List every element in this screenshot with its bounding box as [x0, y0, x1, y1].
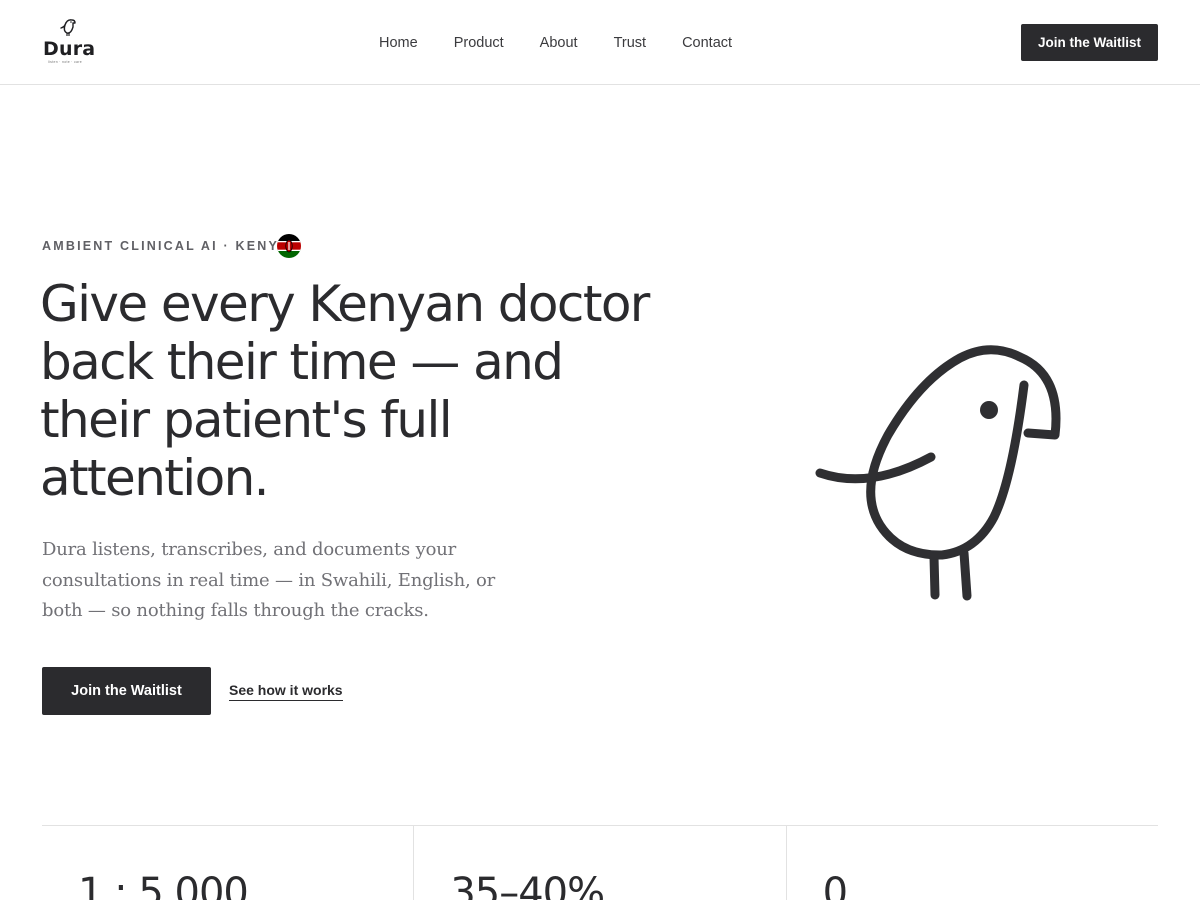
hero-join-waitlist-button[interactable]: Join the Waitlist: [42, 667, 211, 715]
hero-eyebrow: AMBIENT CLINICAL AI · KENYA: [42, 239, 290, 253]
kenya-flag-icon: [277, 234, 301, 258]
site-header: Dura listen · note · care Home Product A…: [0, 0, 1200, 85]
stat-card: 35–40%: [413, 826, 785, 900]
brand-logo[interactable]: Dura listen · note · care: [42, 16, 96, 68]
stat-value: 35–40%: [450, 870, 605, 900]
nav-item-product[interactable]: Product: [454, 34, 504, 52]
brand-tagline: listen · note · care: [48, 60, 83, 64]
bird-mascot-icon: [815, 345, 1061, 601]
stat-card: 0: [785, 826, 1158, 900]
nav-item-contact[interactable]: Contact: [682, 34, 732, 52]
main-nav: Home Product About Trust Contact: [379, 34, 732, 52]
stat-card: 1 : 5,000: [42, 826, 413, 900]
stats-row: 1 : 5,000 35–40% 0: [42, 825, 1158, 900]
nav-item-trust[interactable]: Trust: [614, 34, 647, 52]
nav-item-about[interactable]: About: [540, 34, 578, 52]
brand-name: Dura: [43, 38, 96, 60]
stat-value: 0: [822, 870, 848, 900]
hero-lede: Dura listens, transcribes, and documents…: [42, 539, 496, 621]
stat-value: 1 : 5,000: [78, 870, 249, 900]
header-join-waitlist-button[interactable]: Join the Waitlist: [1021, 24, 1158, 61]
bird-logo-icon: [60, 19, 76, 36]
hero-headline: Give every Kenyan doctor back their time…: [40, 275, 650, 507]
nav-item-home[interactable]: Home: [379, 34, 418, 52]
see-how-it-works-link[interactable]: See how it works: [229, 682, 343, 701]
